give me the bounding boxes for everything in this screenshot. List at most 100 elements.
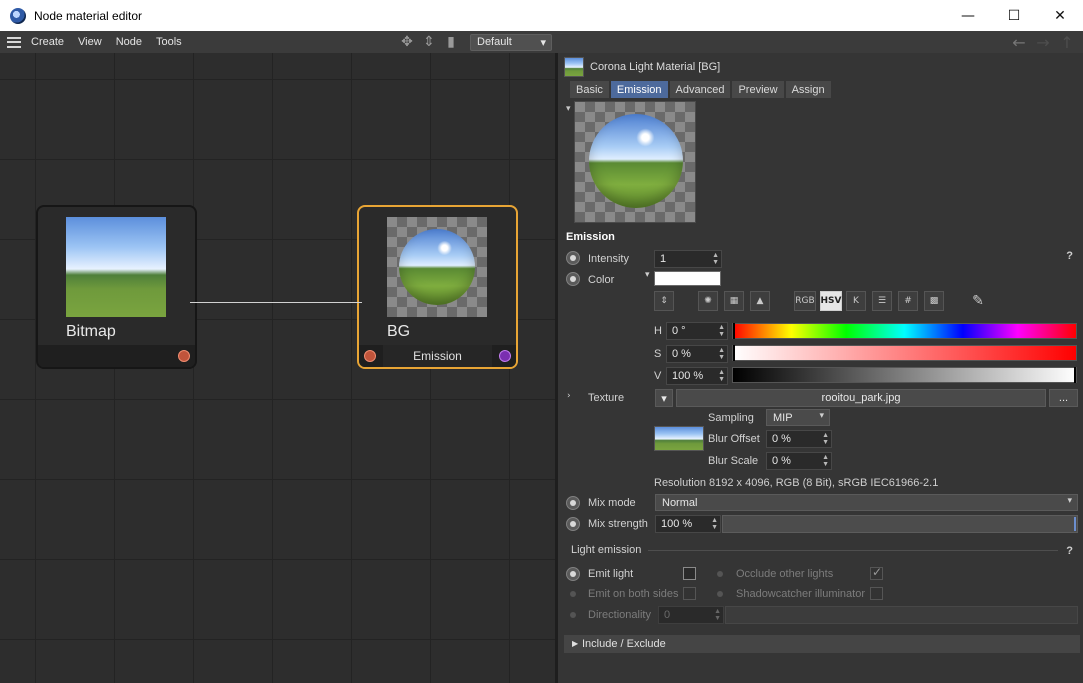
- minimize-button[interactable]: —: [945, 0, 991, 31]
- intensity-label: Intensity: [588, 253, 629, 265]
- mix-strength-input[interactable]: 100 % ▲ ▼: [655, 515, 721, 533]
- emission-help[interactable]: ?: [1066, 250, 1073, 262]
- rgb-mode-button[interactable]: RGB: [794, 291, 816, 311]
- hue-spinner-icon[interactable]: ▲ ▼: [718, 324, 725, 338]
- window-controls: — ☐ ✕: [945, 0, 1083, 31]
- bg-node[interactable]: BG Emission: [357, 205, 518, 369]
- saturation-input[interactable]: 0 % ▲ ▼: [666, 345, 728, 363]
- menu-node[interactable]: Node: [116, 36, 142, 48]
- occlude-animate-radio[interactable]: [717, 571, 723, 577]
- hue-slider[interactable]: [732, 323, 1077, 339]
- blur-scale-input[interactable]: 0 % ▲ ▼: [766, 452, 832, 470]
- hsv-mode-button[interactable]: HSV: [820, 291, 842, 311]
- color-animate-radio[interactable]: [566, 272, 580, 286]
- blur-offset-input[interactable]: 0 % ▲ ▼: [766, 430, 832, 448]
- mix-mode-value: Normal: [662, 496, 698, 509]
- emit-both-sides-animate-radio[interactable]: [570, 591, 576, 597]
- directionality-spinner-icon[interactable]: ▲ ▼: [714, 608, 721, 622]
- hue-input[interactable]: 0 ° ▲ ▼: [666, 322, 728, 340]
- texture-expand-icon[interactable]: ›: [567, 391, 571, 401]
- saturation-spinner-icon[interactable]: ▲ ▼: [718, 347, 725, 361]
- emission-input-port[interactable]: [364, 350, 376, 362]
- intensity-input[interactable]: 1 ▲ ▼: [654, 250, 722, 268]
- tab-advanced[interactable]: Advanced: [669, 81, 731, 98]
- layout-select[interactable]: Default ▾: [470, 33, 552, 51]
- mixer-icon[interactable]: ☰: [872, 291, 892, 311]
- saturation-label: S: [654, 348, 662, 360]
- title-bar: Node material editor — ☐ ✕: [0, 0, 1083, 31]
- color-wheel-icon[interactable]: ✺: [698, 291, 718, 311]
- blur-offset-value: 0 %: [772, 433, 791, 445]
- intensity-spinner-icon[interactable]: ▲ ▼: [712, 252, 719, 266]
- node-connection-wire[interactable]: [190, 302, 362, 303]
- emit-light-animate-radio[interactable]: [566, 567, 580, 581]
- color-from-image-icon[interactable]: ▲: [750, 291, 770, 311]
- material-output-port[interactable]: [499, 350, 511, 362]
- color-label: Color: [588, 274, 615, 286]
- material-title: Corona Light Material [BG]: [590, 61, 721, 73]
- color-spectrum-icon[interactable]: ▦: [724, 291, 744, 311]
- blur-offset-spinner-icon[interactable]: ▲ ▼: [822, 432, 829, 446]
- up-arrow-icon[interactable]: ↑: [1055, 33, 1079, 52]
- light-emission-section-title: Light emission: [571, 544, 642, 556]
- preview-collapse-icon[interactable]: ▾: [566, 103, 571, 114]
- color-expand-icon[interactable]: ▾: [645, 270, 650, 280]
- shadowcatcher-animate-radio[interactable]: [717, 591, 723, 597]
- mix-mode-dropdown[interactable]: Normal ▾: [655, 494, 1078, 511]
- texture-browse-button[interactable]: ...: [1049, 389, 1078, 407]
- tab-emission[interactable]: Emission: [610, 81, 668, 98]
- bitmap-output-port[interactable]: [178, 350, 190, 362]
- color-compact-icon[interactable]: ⇕: [654, 291, 674, 311]
- directionality-slider[interactable]: [725, 606, 1078, 624]
- back-arrow-icon[interactable]: ←: [1007, 33, 1031, 52]
- menu-tools[interactable]: Tools: [156, 36, 182, 48]
- shadowcatcher-checkbox[interactable]: [870, 587, 883, 600]
- mix-strength-slider-handle[interactable]: [1074, 517, 1076, 531]
- swatches-icon[interactable]: ▩: [924, 291, 944, 311]
- light-emission-help[interactable]: ?: [1066, 545, 1073, 557]
- intensity-animate-radio[interactable]: [566, 251, 580, 265]
- sampling-dropdown[interactable]: MIP ▾: [766, 409, 830, 426]
- close-button[interactable]: ✕: [1037, 0, 1083, 31]
- panel-toggle-icon[interactable]: ▮: [442, 33, 460, 51]
- hex-mode-button[interactable]: #: [898, 291, 918, 311]
- texture-menu-button[interactable]: ▾: [655, 389, 673, 407]
- saturation-slider[interactable]: [732, 345, 1077, 361]
- include-exclude-group[interactable]: ▶ Include / Exclude: [564, 635, 1080, 653]
- attribute-tabs: Basic Emission Advanced Preview Assign: [570, 81, 833, 98]
- blur-scale-spinner-icon[interactable]: ▲ ▼: [822, 454, 829, 468]
- mix-strength-slider[interactable]: [722, 515, 1078, 533]
- kelvin-mode-button[interactable]: K: [846, 291, 866, 311]
- color-swatch[interactable]: [654, 271, 721, 286]
- directionality-animate-radio[interactable]: [570, 612, 576, 618]
- forward-arrow-icon[interactable]: →: [1031, 33, 1055, 52]
- directionality-input[interactable]: 0 ▲ ▼: [658, 606, 724, 624]
- maximize-button[interactable]: ☐: [991, 0, 1037, 31]
- move-view-icon[interactable]: ✥: [398, 33, 416, 51]
- tab-assign[interactable]: Assign: [785, 81, 831, 98]
- expand-triangle-icon: ▶: [572, 639, 579, 648]
- node-canvas[interactable]: Bitmap BG Emission: [0, 53, 555, 683]
- eyedropper-icon[interactable]: ✎: [968, 291, 988, 311]
- occlude-checkbox[interactable]: [870, 565, 883, 580]
- mix-strength-spinner-icon[interactable]: ▲ ▼: [711, 517, 718, 531]
- value-slider[interactable]: [732, 367, 1077, 383]
- value-slider-handle[interactable]: [1074, 367, 1076, 383]
- emit-light-checkbox[interactable]: [683, 567, 696, 580]
- pan-view-icon[interactable]: ⇕: [420, 33, 438, 51]
- menu-view[interactable]: View: [78, 36, 102, 48]
- hamburger-menu-icon[interactable]: [7, 36, 21, 48]
- emit-both-sides-checkbox[interactable]: [683, 587, 696, 600]
- value-spinner-icon[interactable]: ▲ ▼: [718, 369, 725, 383]
- mix-mode-animate-radio[interactable]: [566, 496, 580, 510]
- mix-strength-animate-radio[interactable]: [566, 517, 580, 531]
- tab-basic[interactable]: Basic: [570, 81, 609, 98]
- tab-preview[interactable]: Preview: [732, 81, 784, 98]
- menu-create[interactable]: Create: [31, 36, 64, 48]
- bitmap-node[interactable]: Bitmap: [36, 205, 197, 369]
- texture-file-button[interactable]: rooitou_park.jpg: [676, 389, 1046, 407]
- value-input[interactable]: 100 % ▲ ▼: [666, 367, 728, 385]
- hue-slider-handle[interactable]: [733, 323, 735, 339]
- saturation-slider-handle[interactable]: [733, 345, 735, 361]
- menu-bar: Create View Node Tools ✥ ⇕ ▮ Default ▾ ←…: [0, 31, 1083, 53]
